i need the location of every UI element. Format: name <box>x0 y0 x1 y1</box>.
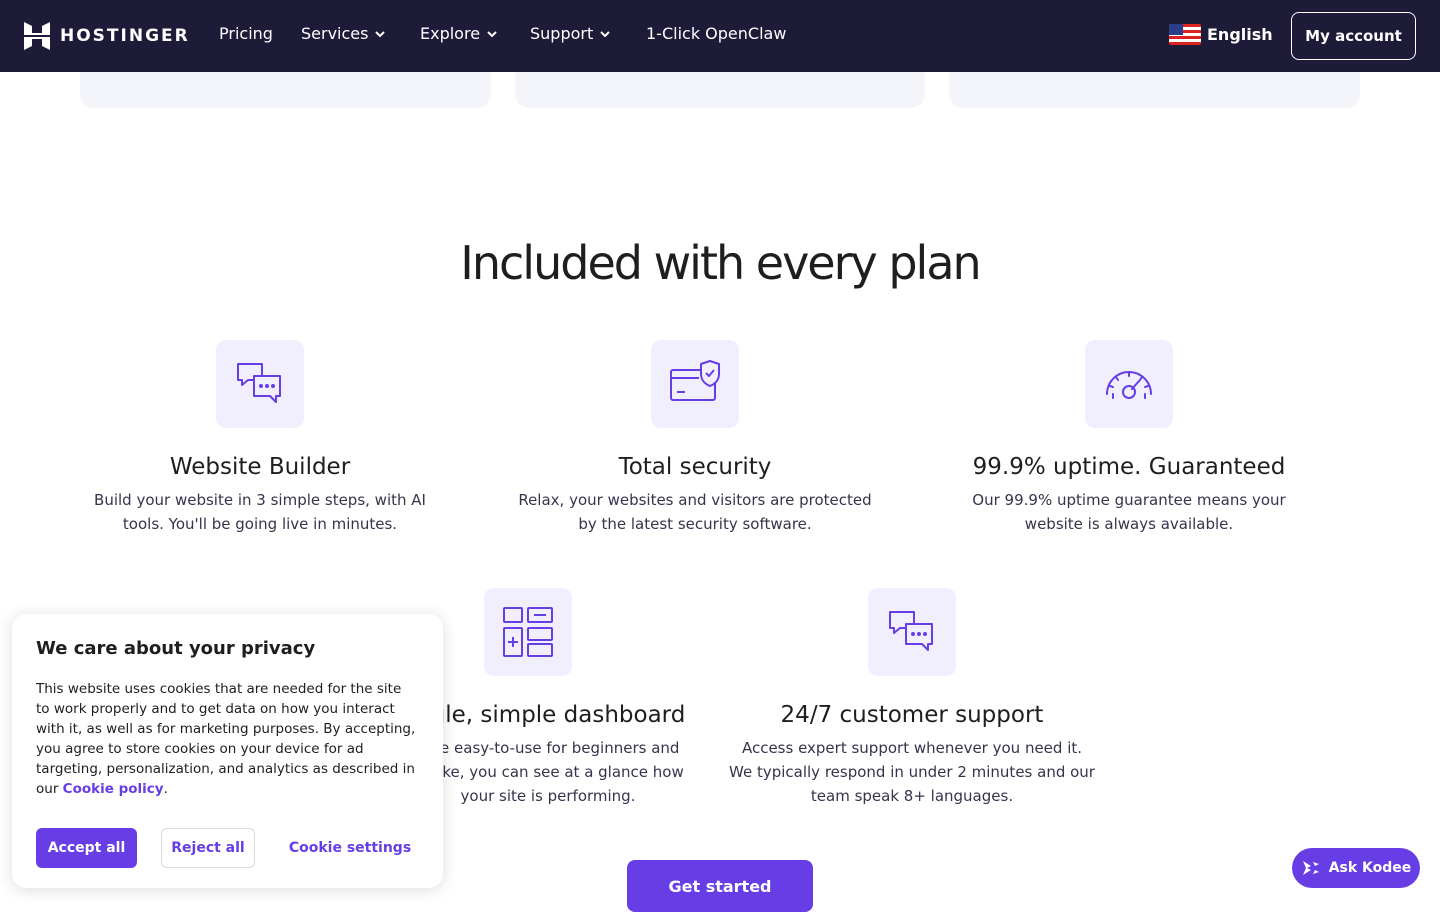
reject-all-button[interactable]: Reject all <box>161 828 255 868</box>
nav-item-label: Explore <box>420 24 481 43</box>
nav-item-label: Pricing <box>219 24 273 43</box>
top-navbar: HOSTINGER Pricing Services Explore Suppo… <box>0 0 1440 72</box>
dashboard-grid-icon <box>503 607 553 657</box>
feature-total-security: Total security Relax, your websites and … <box>505 340 885 536</box>
feature-uptime: 99.9% uptime. Guaranteed Our 99.9% uptim… <box>949 340 1309 536</box>
ask-kodee-label: Ask Kodee <box>1328 860 1412 876</box>
ask-kodee-button[interactable]: Ask Kodee <box>1292 848 1420 888</box>
language-selector[interactable]: English <box>1169 24 1273 45</box>
brand-logo[interactable]: HOSTINGER <box>24 22 190 50</box>
feature-icon-box <box>1085 340 1173 428</box>
feature-desc-line: by the latest security software. <box>578 515 812 533</box>
my-account-button[interactable]: My account <box>1291 12 1416 60</box>
feature-title: 24/7 customer support <box>780 702 1044 728</box>
nav-item-label: Services <box>301 24 369 43</box>
cookie-body: This website uses cookies that are neede… <box>36 679 419 799</box>
chevron-down-icon <box>487 30 497 37</box>
feature-icon-box <box>484 588 572 676</box>
cookie-title: We care about your privacy <box>36 638 316 659</box>
feature-title: gle, simple dashboard <box>430 702 686 728</box>
feature-description: Access expert support whenever you need … <box>712 736 1112 808</box>
feature-desc-line: Our 99.9% uptime guarantee means your <box>972 491 1286 509</box>
section-title: Included with every plan <box>460 236 981 290</box>
hostinger-logo-icon <box>24 22 50 50</box>
kodee-sparkle-icon <box>1302 861 1319 875</box>
cookie-settings-button[interactable]: Cookie settings <box>289 828 411 868</box>
chat-bubbles-icon <box>889 611 933 651</box>
feature-desc-line: team speak 8+ languages. <box>810 787 1014 805</box>
feature-title: Total security <box>618 454 772 480</box>
feature-desc-line: tools. You'll be going live in minutes. <box>122 515 398 533</box>
feature-desc-line: We typically respond in under 2 minutes … <box>729 763 1095 781</box>
nav-item-services[interactable]: Services <box>301 24 386 43</box>
brand-name: HOSTINGER <box>60 26 190 46</box>
chevron-down-icon <box>375 30 386 37</box>
feature-desc-line: Access expert support whenever you need … <box>741 739 1083 757</box>
language-label: English <box>1207 25 1273 44</box>
feature-customer-support: 24/7 customer support Access expert supp… <box>712 588 1112 808</box>
feature-icon-box <box>868 588 956 676</box>
cookie-consent-dialog: We care about your privacy This website … <box>12 614 443 888</box>
get-started-button[interactable]: Get started <box>627 860 813 912</box>
speedometer-icon <box>1106 371 1152 399</box>
accept-all-button[interactable]: Accept all <box>36 828 137 868</box>
feature-website-builder: Website Builder Build your website in 3 … <box>80 340 440 536</box>
chevron-down-icon <box>600 30 610 37</box>
feature-title: 99.9% uptime. Guaranteed <box>972 454 1286 480</box>
nav-item-pricing[interactable]: Pricing <box>219 24 273 43</box>
feature-description: Our 99.9% uptime guarantee means your we… <box>949 488 1309 536</box>
feature-desc-line: Build your website in 3 simple steps, wi… <box>94 491 426 509</box>
feature-description: Build your website in 3 simple steps, wi… <box>80 488 440 536</box>
feature-icon-box <box>216 340 304 428</box>
us-flag-icon <box>1169 24 1201 45</box>
chat-bubbles-icon <box>237 363 281 403</box>
nav-item-label: 1-Click OpenClaw <box>646 24 787 43</box>
nav-item-support[interactable]: Support <box>530 24 611 43</box>
feature-title: Website Builder <box>169 454 351 480</box>
nav-item-label: Support <box>530 24 594 43</box>
feature-icon-box <box>651 340 739 428</box>
nav-item-openclaw[interactable]: 1-Click OpenClaw <box>646 24 786 43</box>
feature-description: Relax, your websites and visitors are pr… <box>505 488 885 536</box>
cookie-body-text: This website uses cookies that are neede… <box>36 681 416 797</box>
cookie-policy-link[interactable]: Cookie policy <box>63 781 164 797</box>
nav-item-explore[interactable]: Explore <box>420 24 498 43</box>
feature-desc-line: Relax, your websites and visitors are pr… <box>518 491 872 509</box>
security-card-shield-icon <box>670 360 720 401</box>
feature-desc-line: website is always available. <box>1024 515 1234 533</box>
cookie-policy-suffix: . <box>163 781 168 797</box>
